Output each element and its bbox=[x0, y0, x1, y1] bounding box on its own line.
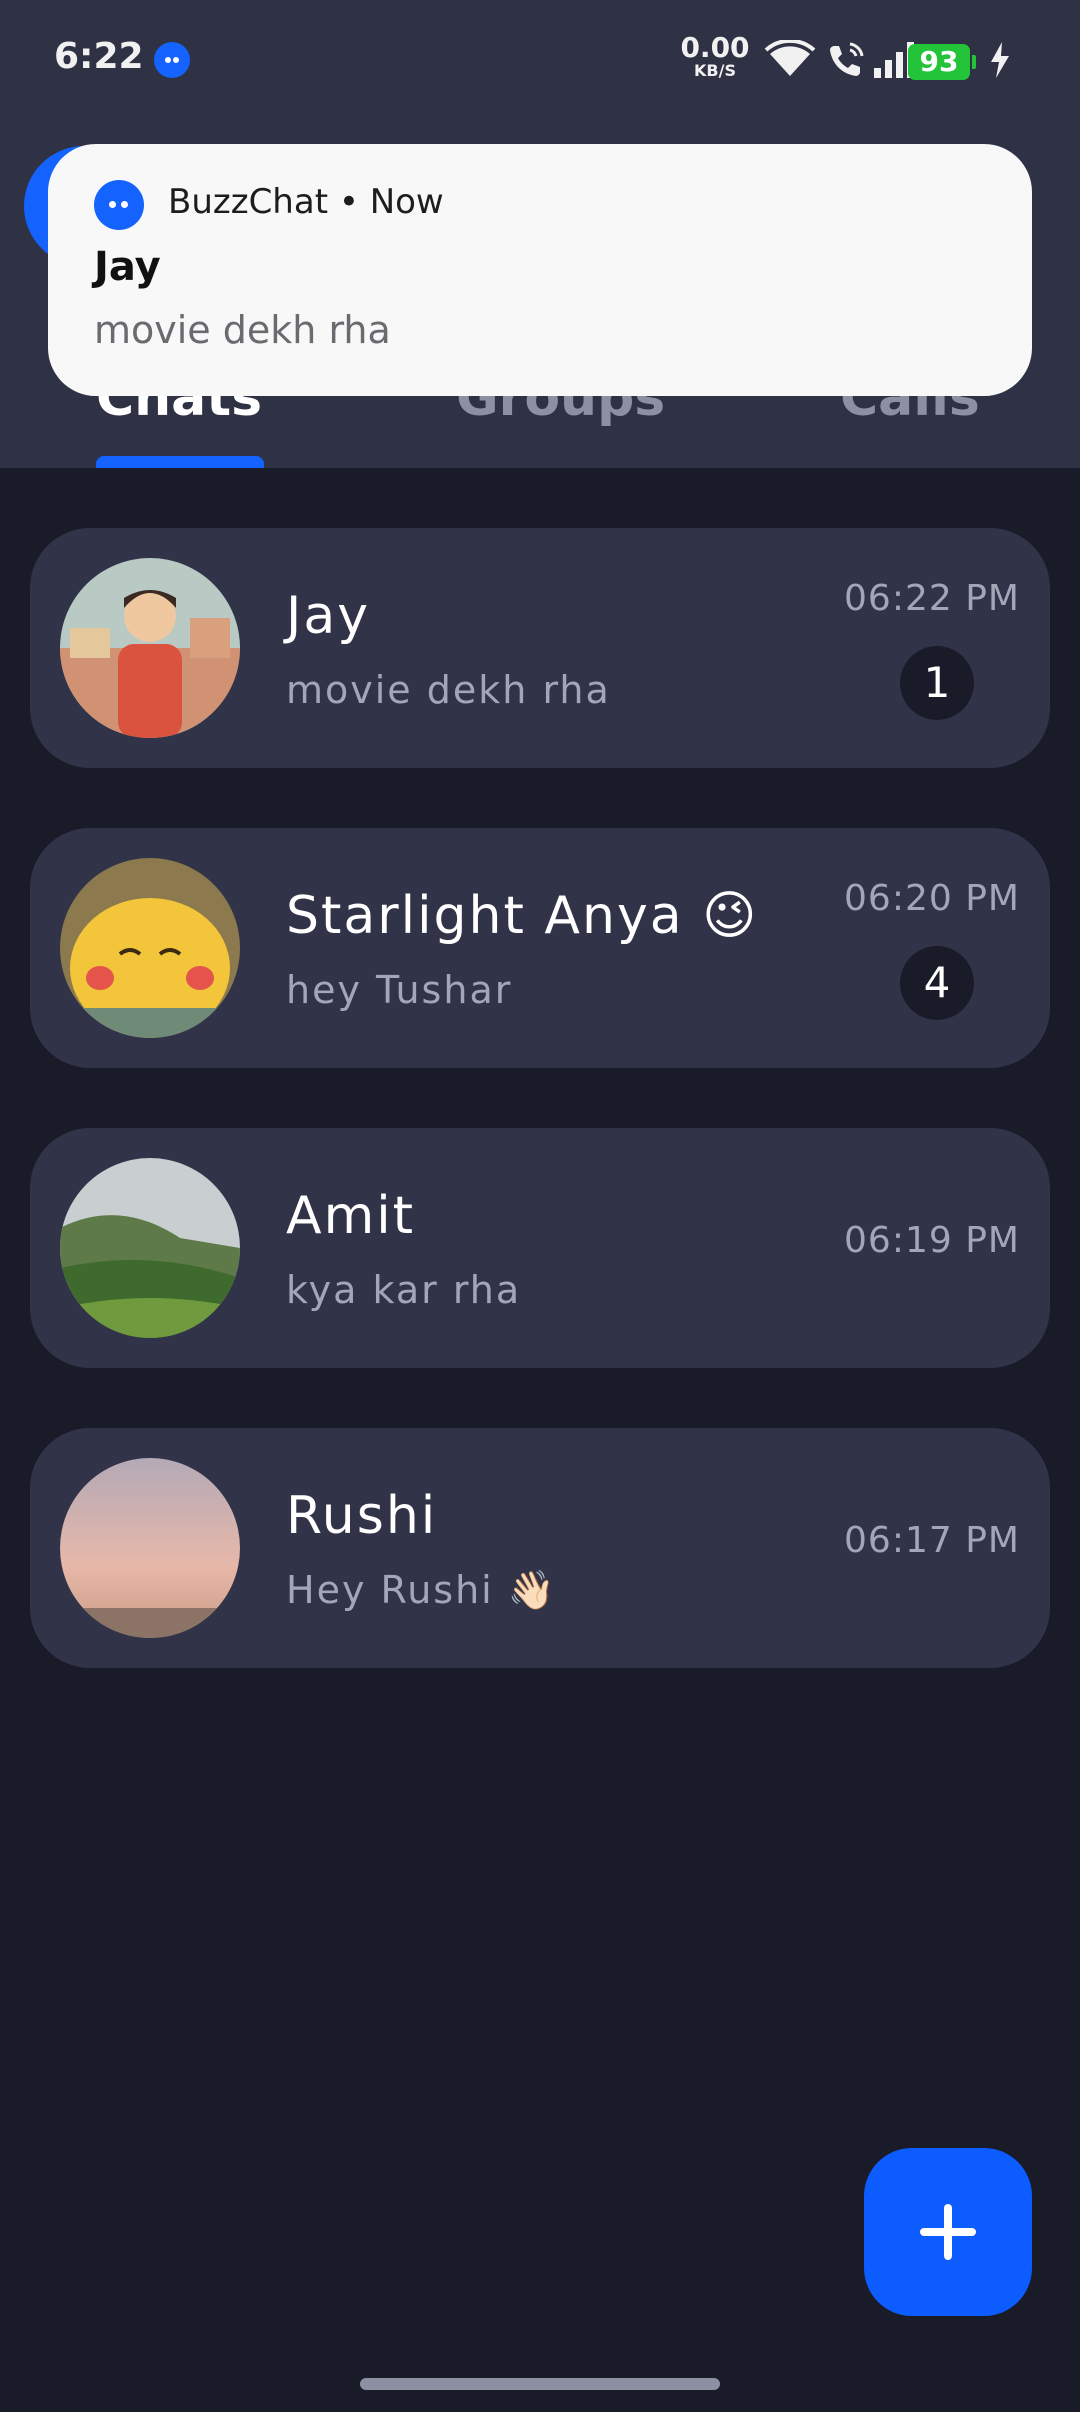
charging-icon bbox=[991, 42, 1009, 78]
avatar[interactable] bbox=[60, 1458, 240, 1638]
buzzchat-icon bbox=[154, 42, 190, 78]
unread-badge: 1 bbox=[900, 646, 974, 720]
chat-time: 06:19 PM bbox=[844, 1220, 1020, 1261]
chat-item-rushi[interactable]: Rushi Hey Rushi 👋🏻 06:17 PM bbox=[30, 1428, 1050, 1668]
chat-time: 06:17 PM bbox=[844, 1520, 1020, 1561]
chat-name: Amit bbox=[286, 1186, 416, 1246]
chat-item-amit[interactable]: Amit kya kar rha 06:19 PM bbox=[30, 1128, 1050, 1368]
chat-item-starlight-anya[interactable]: Starlight Anya 😉 hey Tushar 06:20 PM 4 bbox=[30, 828, 1050, 1068]
chat-last-message: Hey Rushi 👋🏻 bbox=[286, 1568, 558, 1612]
battery-icon: 93 bbox=[908, 44, 976, 80]
notification-app-line: BuzzChat • Now bbox=[168, 182, 444, 222]
network-speed-value: 0.00 bbox=[680, 31, 750, 64]
status-time: 6:22 bbox=[54, 36, 144, 77]
wifi-icon bbox=[764, 40, 816, 76]
avatar[interactable] bbox=[60, 1158, 240, 1338]
home-indicator[interactable] bbox=[360, 2378, 720, 2390]
chat-last-message: kya kar rha bbox=[286, 1268, 522, 1312]
unread-badge: 4 bbox=[900, 946, 974, 1020]
chat-time: 06:22 PM bbox=[844, 578, 1020, 619]
new-chat-button[interactable] bbox=[864, 2148, 1032, 2316]
network-speed-unit: KB/S bbox=[694, 61, 736, 80]
status-bar: 6:22 0.00 KB/S 93 bbox=[0, 0, 1080, 120]
avatar[interactable] bbox=[60, 558, 240, 738]
notification-body: movie dekh rha bbox=[94, 308, 391, 352]
chat-name: Rushi bbox=[286, 1486, 438, 1546]
chat-item-jay[interactable]: Jay movie dekh rha 06:22 PM 1 bbox=[30, 528, 1050, 768]
notification-card[interactable]: BuzzChat • Now Jay movie dekh rha bbox=[48, 144, 1032, 396]
notification-title: Jay bbox=[94, 244, 161, 290]
active-tab-indicator bbox=[96, 456, 264, 468]
chat-last-message: movie dekh rha bbox=[286, 668, 611, 712]
chat-name: Jay bbox=[286, 586, 370, 646]
app-screen: 6:22 0.00 KB/S 93 Chats Groups Calls Buz… bbox=[0, 0, 1080, 2412]
wifi-call-icon bbox=[830, 42, 864, 76]
chat-last-message: hey Tushar bbox=[286, 968, 513, 1012]
buzzchat-app-icon bbox=[94, 180, 144, 230]
chat-time: 06:20 PM bbox=[844, 878, 1020, 919]
chat-name: Starlight Anya 😉 bbox=[286, 886, 759, 946]
network-speed: 0.00 KB/S bbox=[680, 34, 750, 80]
avatar[interactable] bbox=[60, 858, 240, 1038]
